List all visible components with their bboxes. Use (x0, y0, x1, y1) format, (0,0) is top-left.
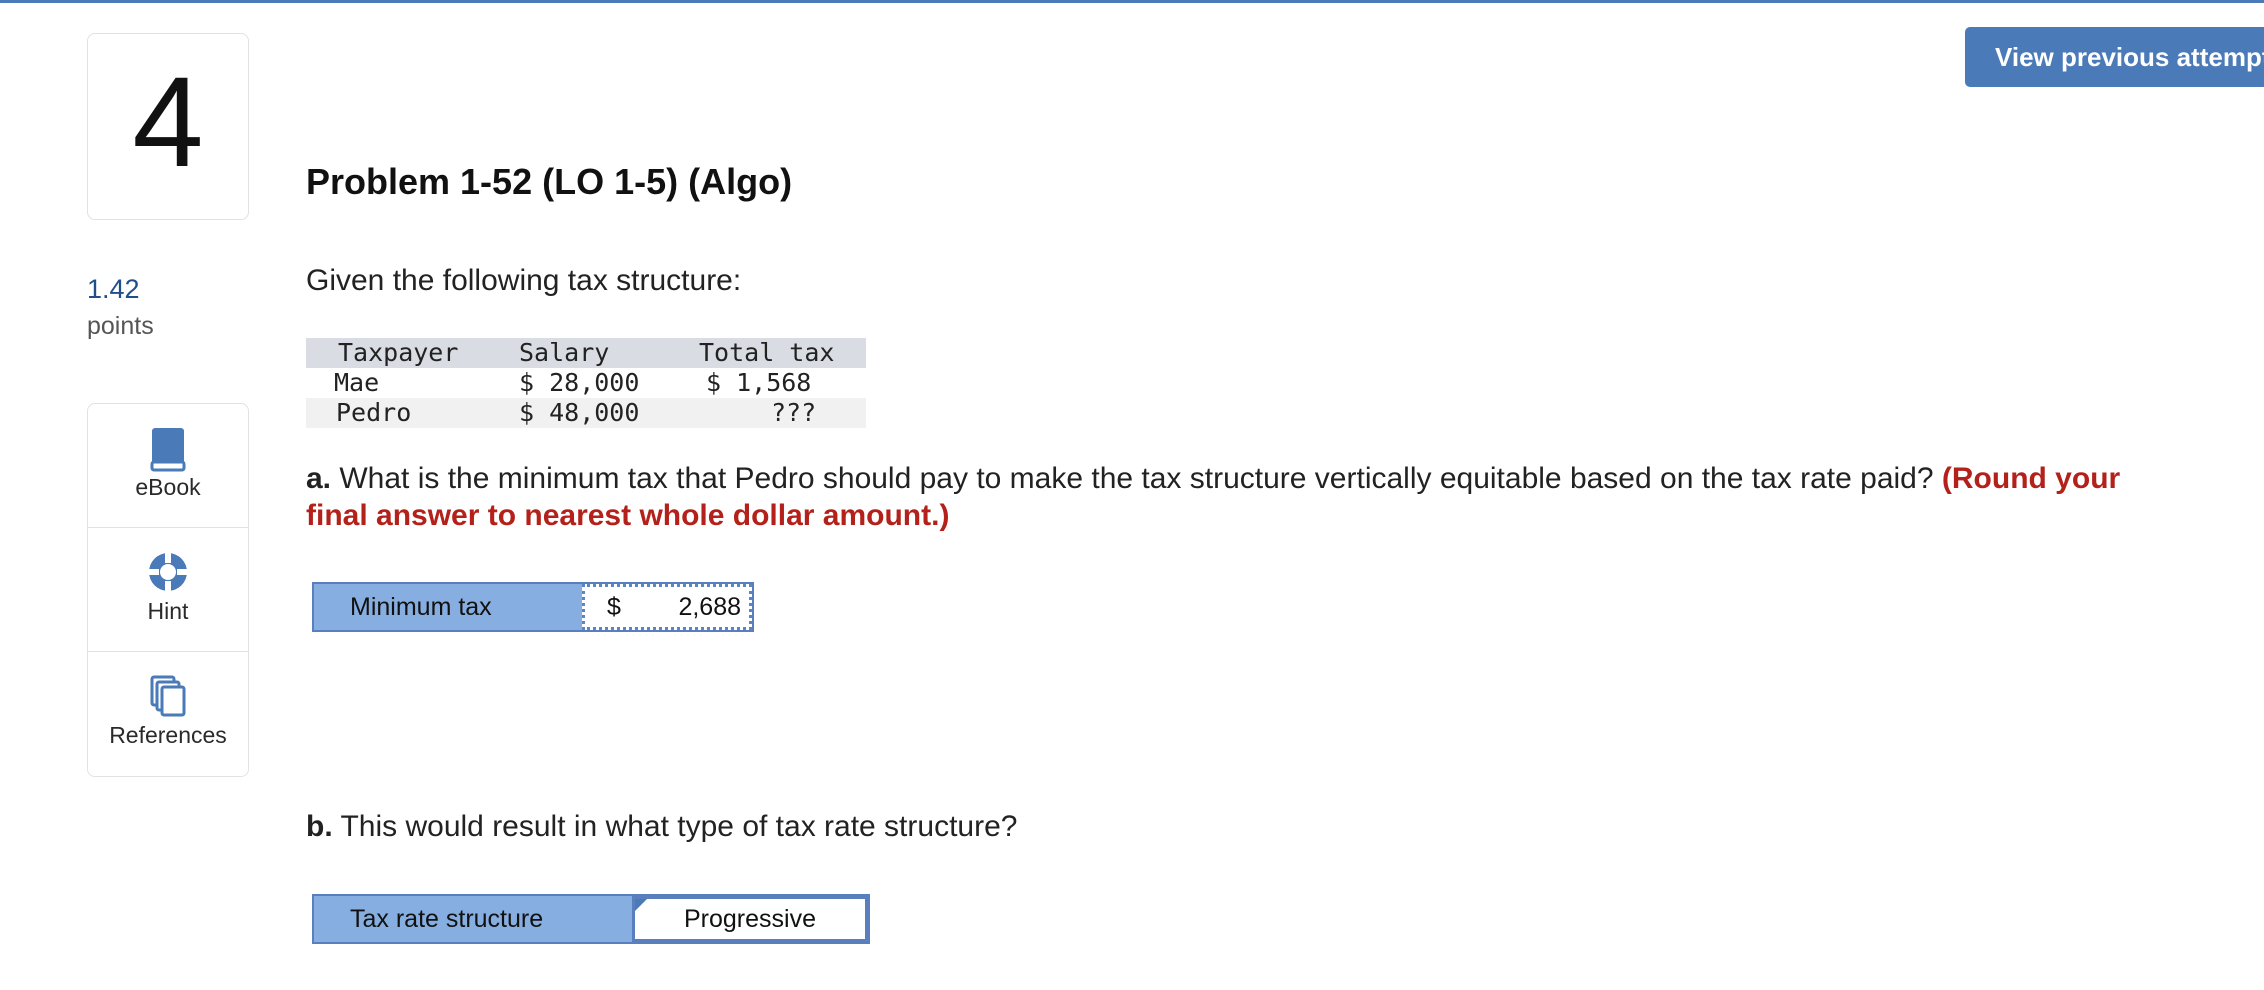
header-salary: Salary (519, 338, 610, 367)
lifebuoy-icon (88, 550, 248, 596)
part-a-question: a. What is the minimum tax that Pedro sh… (306, 460, 2166, 534)
part-b-letter: b. (306, 810, 333, 843)
top-divider (0, 0, 2264, 3)
hint-label: Hint (147, 598, 189, 624)
tools-panel: eBook Hint References (87, 403, 249, 777)
cell-salary: $ 48,000 (519, 398, 640, 427)
references-button[interactable]: References (88, 652, 248, 775)
points-value: 1.42 (87, 274, 140, 304)
documents-icon (88, 674, 248, 720)
part-b-question: b. This would result in what type of tax… (306, 810, 1017, 844)
tax-rate-structure-label: Tax rate structure (314, 896, 632, 942)
cell-total-tax: ??? (771, 398, 817, 427)
part-a-text: What is the minimum tax that Pedro shoul… (331, 462, 1942, 495)
points-label: points (87, 312, 154, 340)
cell-taxpayer: Pedro (336, 398, 412, 427)
ebook-button[interactable]: eBook (88, 404, 248, 528)
cell-total-tax: $ 1,568 (706, 368, 812, 397)
table-row: Mae $ 28,000 $ 1,568 (306, 368, 866, 398)
minimum-tax-answer-row: Minimum tax $ 2,688 (312, 582, 754, 632)
tax-rate-structure-select[interactable]: Progressive (632, 896, 868, 942)
hint-button[interactable]: Hint (88, 528, 248, 652)
currency-symbol: $ (607, 592, 621, 621)
header-taxpayer: Taxpayer (338, 338, 459, 367)
minimum-tax-label: Minimum tax (314, 584, 582, 630)
cell-salary: $ 28,000 (519, 368, 640, 397)
part-a-letter: a. (306, 462, 332, 495)
tax-rate-structure-answer-row: Tax rate structure Progressive (312, 894, 870, 944)
question-number: 4 (132, 50, 204, 194)
part-b-text: This would result in what type of tax ra… (332, 810, 1018, 843)
references-label: References (109, 722, 227, 748)
dropdown-corner-icon (635, 899, 647, 911)
problem-title: Problem 1-52 (LO 1-5) (Algo) (306, 161, 793, 202)
cell-taxpayer: Mae (334, 368, 380, 397)
view-previous-attempt-button[interactable]: View previous attempt (1965, 27, 2264, 87)
header-total-tax: Total tax (699, 338, 835, 367)
tax-rate-structure-value: Progressive (684, 905, 816, 933)
table-header-row: Taxpayer Salary Total tax (306, 338, 866, 368)
question-number-box: 4 (87, 33, 249, 220)
ebook-label: eBook (135, 474, 201, 500)
minimum-tax-input[interactable]: $ 2,688 (582, 584, 752, 630)
book-icon (88, 426, 248, 472)
table-row: Pedro $ 48,000 ??? (306, 398, 866, 428)
problem-intro: Given the following tax structure: (306, 264, 742, 297)
minimum-tax-value: 2,688 (678, 592, 741, 621)
tax-structure-table: Taxpayer Salary Total tax Mae $ 28,000 $… (306, 338, 866, 428)
